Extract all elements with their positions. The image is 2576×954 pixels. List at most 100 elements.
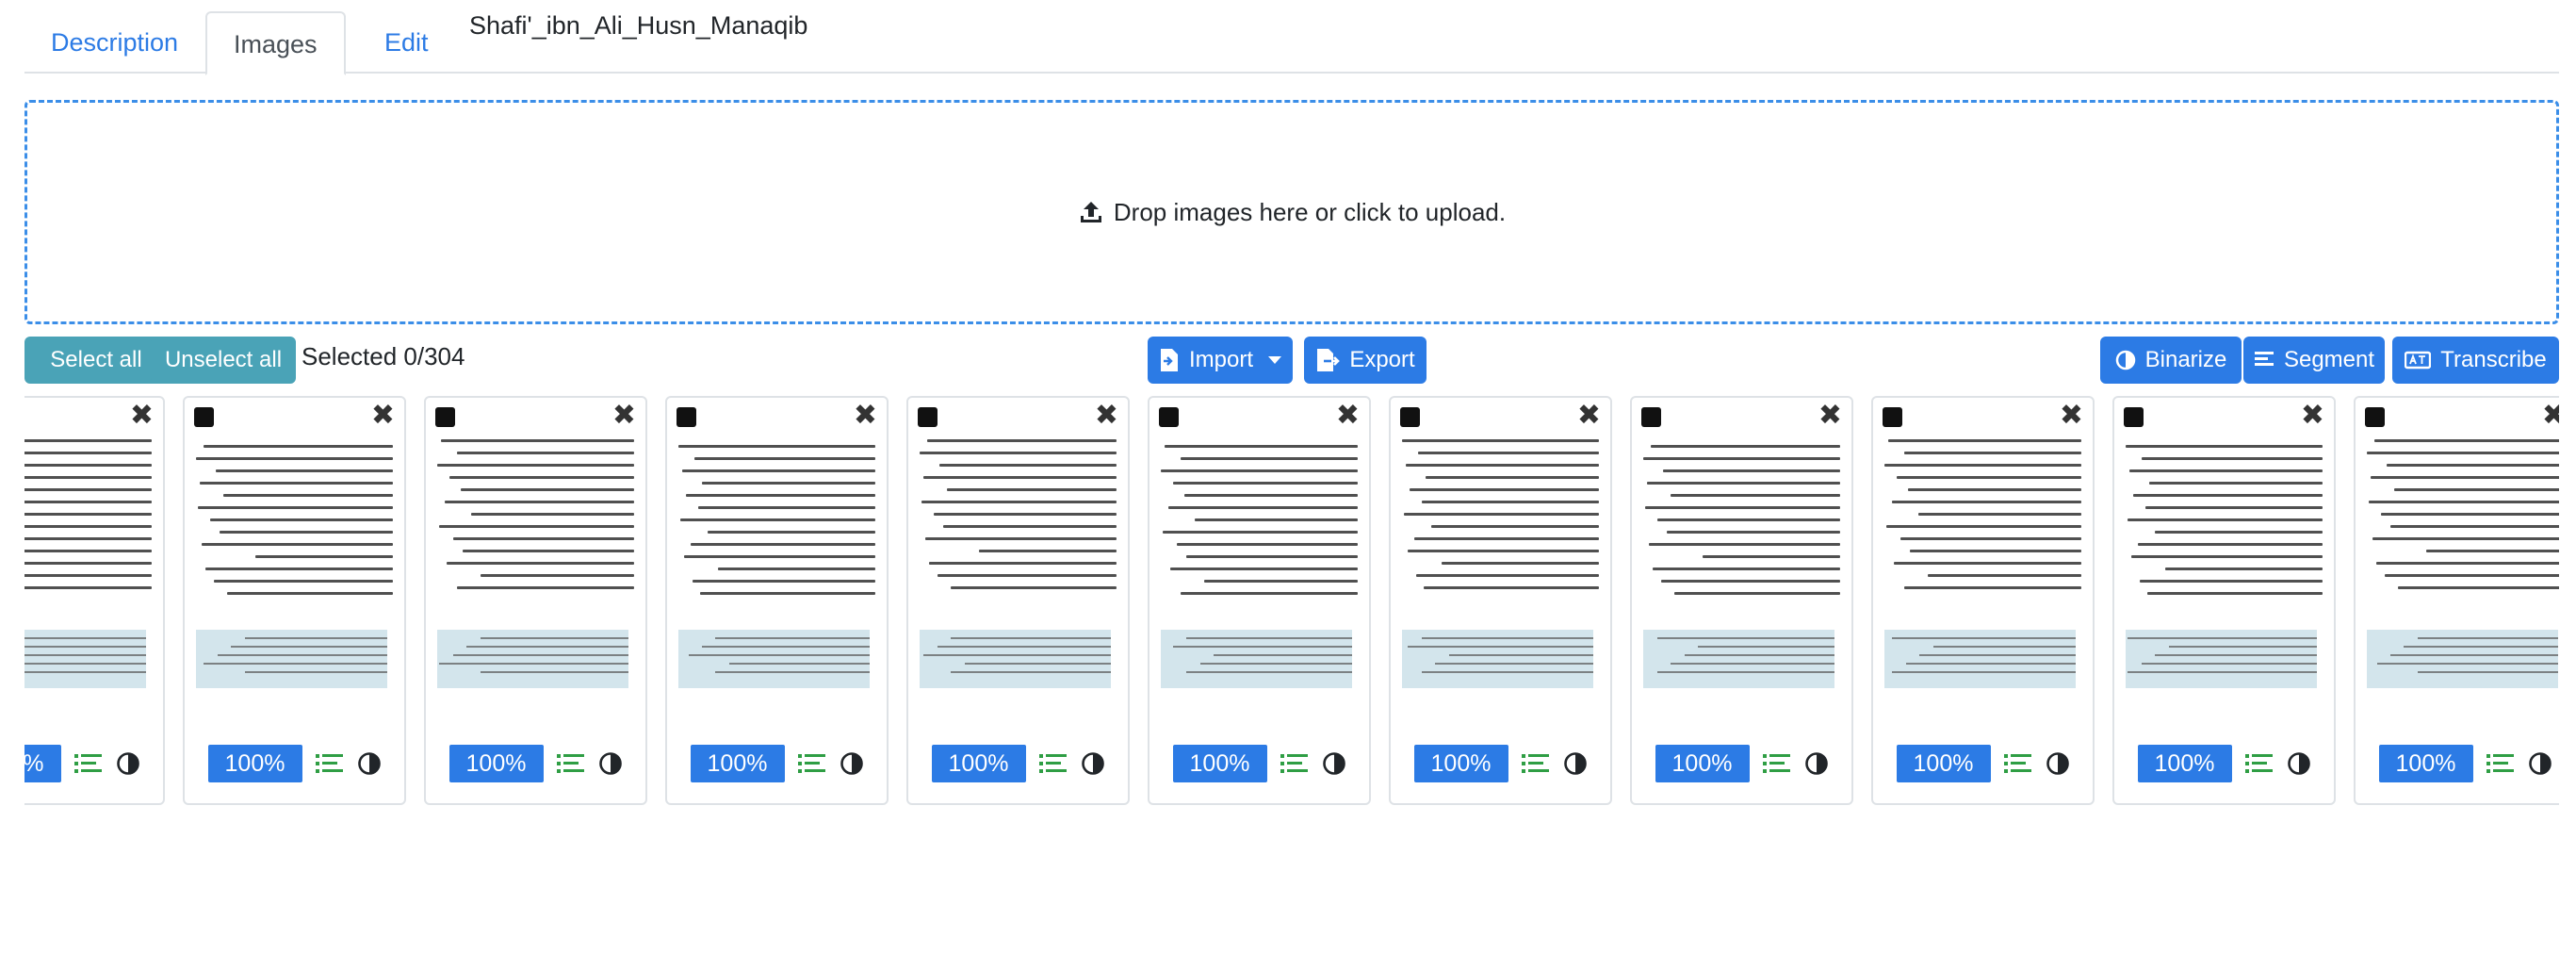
thumbnail-strip[interactable]: ✖ 100% ✖ 100% ✖ 100% ✖ 100% ✖ 100% ✖ 100% ✖ 100% ✖ 100%… <box>24 396 2559 811</box>
close-icon[interactable]: ✖ <box>612 402 636 430</box>
thumbnail-checkbox[interactable] <box>1400 407 1420 427</box>
thumbnail-checkbox[interactable] <box>1641 407 1661 427</box>
thumbnail-controls: 100% <box>908 745 1128 782</box>
thumbnail-checkbox[interactable] <box>677 407 696 427</box>
import-dropdown-button[interactable]: Import <box>1148 337 1293 384</box>
zoom-button[interactable]: 100% <box>1896 745 1991 782</box>
image-thumbnail-card[interactable]: ✖ 100% <box>424 396 647 805</box>
unselect-all-button[interactable]: Unselect all <box>151 337 296 384</box>
tab-description[interactable]: Description <box>24 11 204 75</box>
image-dropzone[interactable]: Drop images here or click to upload. <box>24 100 2559 324</box>
thumbnail-checkbox[interactable] <box>2365 407 2385 427</box>
tab-images[interactable]: Images <box>205 11 346 75</box>
image-thumbnail-card[interactable]: ✖ 100% <box>1630 396 1853 805</box>
page-text-line <box>1184 494 1358 497</box>
page-text-line <box>1172 482 1358 485</box>
page-text-line <box>1896 476 2081 479</box>
contrast-icon[interactable] <box>598 751 623 776</box>
contrast-icon[interactable] <box>357 751 382 776</box>
tab-edit[interactable]: Edit <box>358 11 455 75</box>
import-label: Import <box>1188 347 1253 372</box>
close-icon[interactable]: ✖ <box>1577 402 1601 430</box>
binarize-button[interactable]: Binarize <box>2100 337 2242 384</box>
zoom-button[interactable]: 100% <box>207 745 302 782</box>
page-text-line <box>1656 518 1840 521</box>
contrast-icon[interactable] <box>1804 751 1829 776</box>
segmented-region <box>1884 630 2076 688</box>
contrast-icon[interactable] <box>840 751 864 776</box>
thumbnail-checkbox[interactable] <box>918 407 937 427</box>
image-thumbnail-card[interactable]: ✖ 100% <box>183 396 406 805</box>
contrast-icon[interactable] <box>1322 751 1346 776</box>
page-text-line <box>2380 513 2559 516</box>
transcribe-label: Transcribe <box>2440 347 2547 372</box>
zoom-button[interactable]: 100% <box>931 745 1026 782</box>
contrast-icon[interactable] <box>116 751 140 776</box>
page-text-line <box>682 469 875 472</box>
zoom-button[interactable]: 100% <box>2378 745 2473 782</box>
page-text-line <box>2394 488 2559 491</box>
segment-lines-icon[interactable] <box>1280 752 1309 775</box>
thumbnail-checkbox[interactable] <box>435 407 455 427</box>
page-text-line <box>24 537 152 540</box>
segmented-region <box>2367 630 2558 688</box>
segment-button[interactable]: Segment <box>2243 337 2385 384</box>
segment-lines-icon[interactable] <box>1521 752 1550 775</box>
zoom-button[interactable]: 100% <box>690 745 785 782</box>
segment-lines-icon[interactable] <box>1762 752 1791 775</box>
image-thumbnail-card[interactable]: ✖ 100% <box>1871 396 2095 805</box>
select-all-button[interactable]: Select all <box>24 337 168 384</box>
segment-lines-icon[interactable] <box>73 752 103 775</box>
page-text-line <box>209 518 393 521</box>
page-text-line <box>1662 469 1840 472</box>
close-icon[interactable]: ✖ <box>371 402 395 430</box>
zoom-button[interactable]: 100% <box>1655 745 1750 782</box>
thumbnail-checkbox[interactable] <box>2124 407 2144 427</box>
dropzone-text: Drop images here or click to upload. <box>1113 197 1507 226</box>
segment-lines-icon[interactable] <box>2003 752 2032 775</box>
image-thumbnail-card[interactable]: ✖ 100% <box>906 396 1130 805</box>
page-text-line <box>693 457 875 460</box>
segmented-region <box>1402 630 1593 688</box>
segment-lines-icon[interactable] <box>797 752 826 775</box>
zoom-button[interactable]: 100% <box>448 745 544 782</box>
segment-lines-icon[interactable] <box>1038 752 1068 775</box>
close-icon[interactable]: ✖ <box>1095 402 1118 430</box>
page-text-line <box>254 555 393 558</box>
image-thumbnail-card[interactable]: ✖ 100% <box>2354 396 2559 805</box>
close-icon[interactable]: ✖ <box>854 402 877 430</box>
image-thumbnail-card[interactable]: ✖ 100% <box>1148 396 1371 805</box>
page-text-line <box>24 513 152 516</box>
close-icon[interactable]: ✖ <box>2060 402 2083 430</box>
close-icon[interactable]: ✖ <box>2542 402 2559 430</box>
thumbnail-checkbox[interactable] <box>194 407 214 427</box>
image-thumbnail-card[interactable]: ✖ 100% <box>665 396 889 805</box>
contrast-icon[interactable] <box>1081 751 1105 776</box>
thumbnail-checkbox[interactable] <box>1883 407 1902 427</box>
transcribe-button[interactable]: Transcribe <box>2392 337 2559 384</box>
segment-lines-icon[interactable] <box>2486 752 2515 775</box>
image-thumbnail-card[interactable]: ✖ 100% <box>2112 396 2336 805</box>
close-icon[interactable]: ✖ <box>1818 402 1842 430</box>
zoom-button[interactable]: 100% <box>24 745 61 782</box>
page-text-line <box>200 482 393 485</box>
contrast-icon[interactable] <box>2528 751 2552 776</box>
page-text-line <box>447 562 634 565</box>
contrast-icon[interactable] <box>1563 751 1588 776</box>
contrast-icon[interactable] <box>2287 751 2311 776</box>
close-icon[interactable]: ✖ <box>2301 402 2324 430</box>
export-button[interactable]: Export <box>1304 337 1427 384</box>
close-icon[interactable]: ✖ <box>130 402 154 430</box>
image-thumbnail-card[interactable]: ✖ 100% <box>1389 396 1612 805</box>
contrast-icon[interactable] <box>2046 751 2070 776</box>
zoom-button[interactable]: 100% <box>1413 745 1508 782</box>
zoom-button[interactable]: 100% <box>2137 745 2232 782</box>
segment-lines-icon[interactable] <box>315 752 344 775</box>
segment-lines-icon[interactable] <box>2244 752 2274 775</box>
zoom-button[interactable]: 100% <box>1172 745 1267 782</box>
segment-lines-icon[interactable] <box>556 752 585 775</box>
image-thumbnail-card[interactable]: ✖ 100% <box>24 396 165 805</box>
thumbnail-checkbox[interactable] <box>1159 407 1179 427</box>
close-icon[interactable]: ✖ <box>1336 402 1360 430</box>
page-text-line <box>1910 550 2081 552</box>
